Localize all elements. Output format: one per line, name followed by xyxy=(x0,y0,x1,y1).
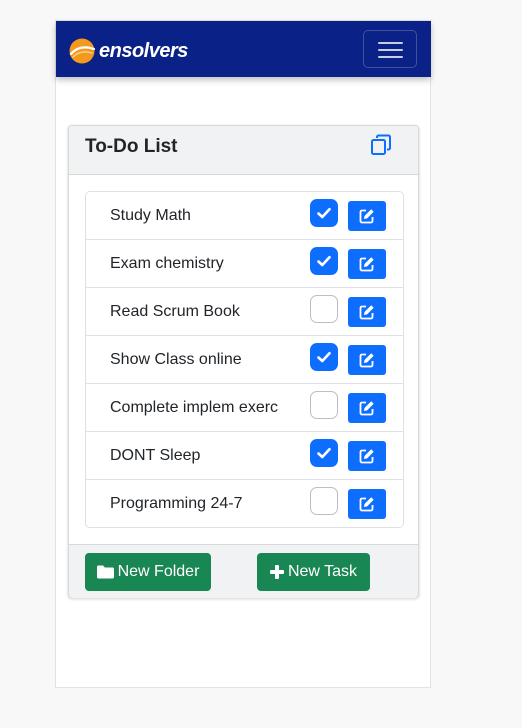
edit-task-button[interactable] xyxy=(348,249,386,279)
card-title: To-Do List xyxy=(85,136,178,157)
task-checkbox[interactable] xyxy=(310,391,338,419)
edit-icon xyxy=(359,305,374,320)
edit-icon xyxy=(359,497,374,512)
task-row: Programming 24-7 xyxy=(86,480,403,527)
edit-task-button[interactable] xyxy=(348,489,386,519)
check-icon xyxy=(317,207,331,219)
edit-task-button[interactable] xyxy=(348,393,386,423)
edit-icon xyxy=(359,449,374,464)
task-row: Read Scrum Book xyxy=(86,288,403,336)
brand[interactable]: ensolvers xyxy=(68,38,188,64)
edit-task-button[interactable] xyxy=(348,345,386,375)
task-label: Read Scrum Book xyxy=(110,303,240,320)
ensolvers-logo-icon xyxy=(69,38,96,64)
check-icon xyxy=(317,255,331,267)
task-checkbox[interactable] xyxy=(310,247,338,275)
folder-icon xyxy=(96,565,114,579)
card-footer: New Folder New Task xyxy=(69,544,418,598)
task-row: Study Math xyxy=(86,192,403,240)
task-label: Exam chemistry xyxy=(110,255,224,272)
edit-icon xyxy=(359,401,374,416)
task-row: DONT Sleep xyxy=(86,432,403,480)
task-row: Show Class online xyxy=(86,336,403,384)
app-frame: ensolvers To-Do List Study Math Exam chem… xyxy=(55,20,431,688)
edit-task-button[interactable] xyxy=(348,297,386,327)
task-label: Study Math xyxy=(110,207,191,224)
task-label: Complete implem exerc xyxy=(110,399,279,416)
task-checkbox[interactable] xyxy=(310,439,338,467)
edit-icon xyxy=(359,209,374,224)
task-checkbox[interactable] xyxy=(310,199,338,227)
task-list: Study Math Exam chemistry Read Scrum Book S… xyxy=(85,191,404,528)
brand-text: ensolvers xyxy=(99,39,188,62)
plus-icon xyxy=(269,565,284,579)
check-icon xyxy=(317,351,331,363)
task-checkbox[interactable] xyxy=(310,343,338,371)
task-checkbox[interactable] xyxy=(310,295,338,323)
new-folder-button[interactable]: New Folder xyxy=(85,553,211,591)
task-row: Complete implem exerc xyxy=(86,384,403,432)
edit-icon xyxy=(359,353,374,368)
task-label: DONT Sleep xyxy=(110,447,201,464)
task-label: Programming 24-7 xyxy=(110,495,243,512)
menu-toggle-button[interactable] xyxy=(363,30,417,68)
new-task-button[interactable]: New Task xyxy=(257,553,370,591)
new-task-label: New Task xyxy=(287,563,358,580)
edit-task-button[interactable] xyxy=(348,201,386,231)
task-row: Exam chemistry xyxy=(86,240,403,288)
edit-icon xyxy=(359,257,374,272)
check-icon xyxy=(317,447,331,459)
card-header: To-Do List xyxy=(69,126,418,175)
edit-task-button[interactable] xyxy=(348,441,386,471)
task-label: Show Class online xyxy=(110,351,242,368)
todo-card: To-Do List Study Math Exam chemistry Read … xyxy=(68,125,419,598)
navbar: ensolvers xyxy=(56,21,431,77)
copy-icon[interactable] xyxy=(369,133,393,157)
new-folder-label: New Folder xyxy=(117,563,200,580)
task-checkbox[interactable] xyxy=(310,487,338,515)
